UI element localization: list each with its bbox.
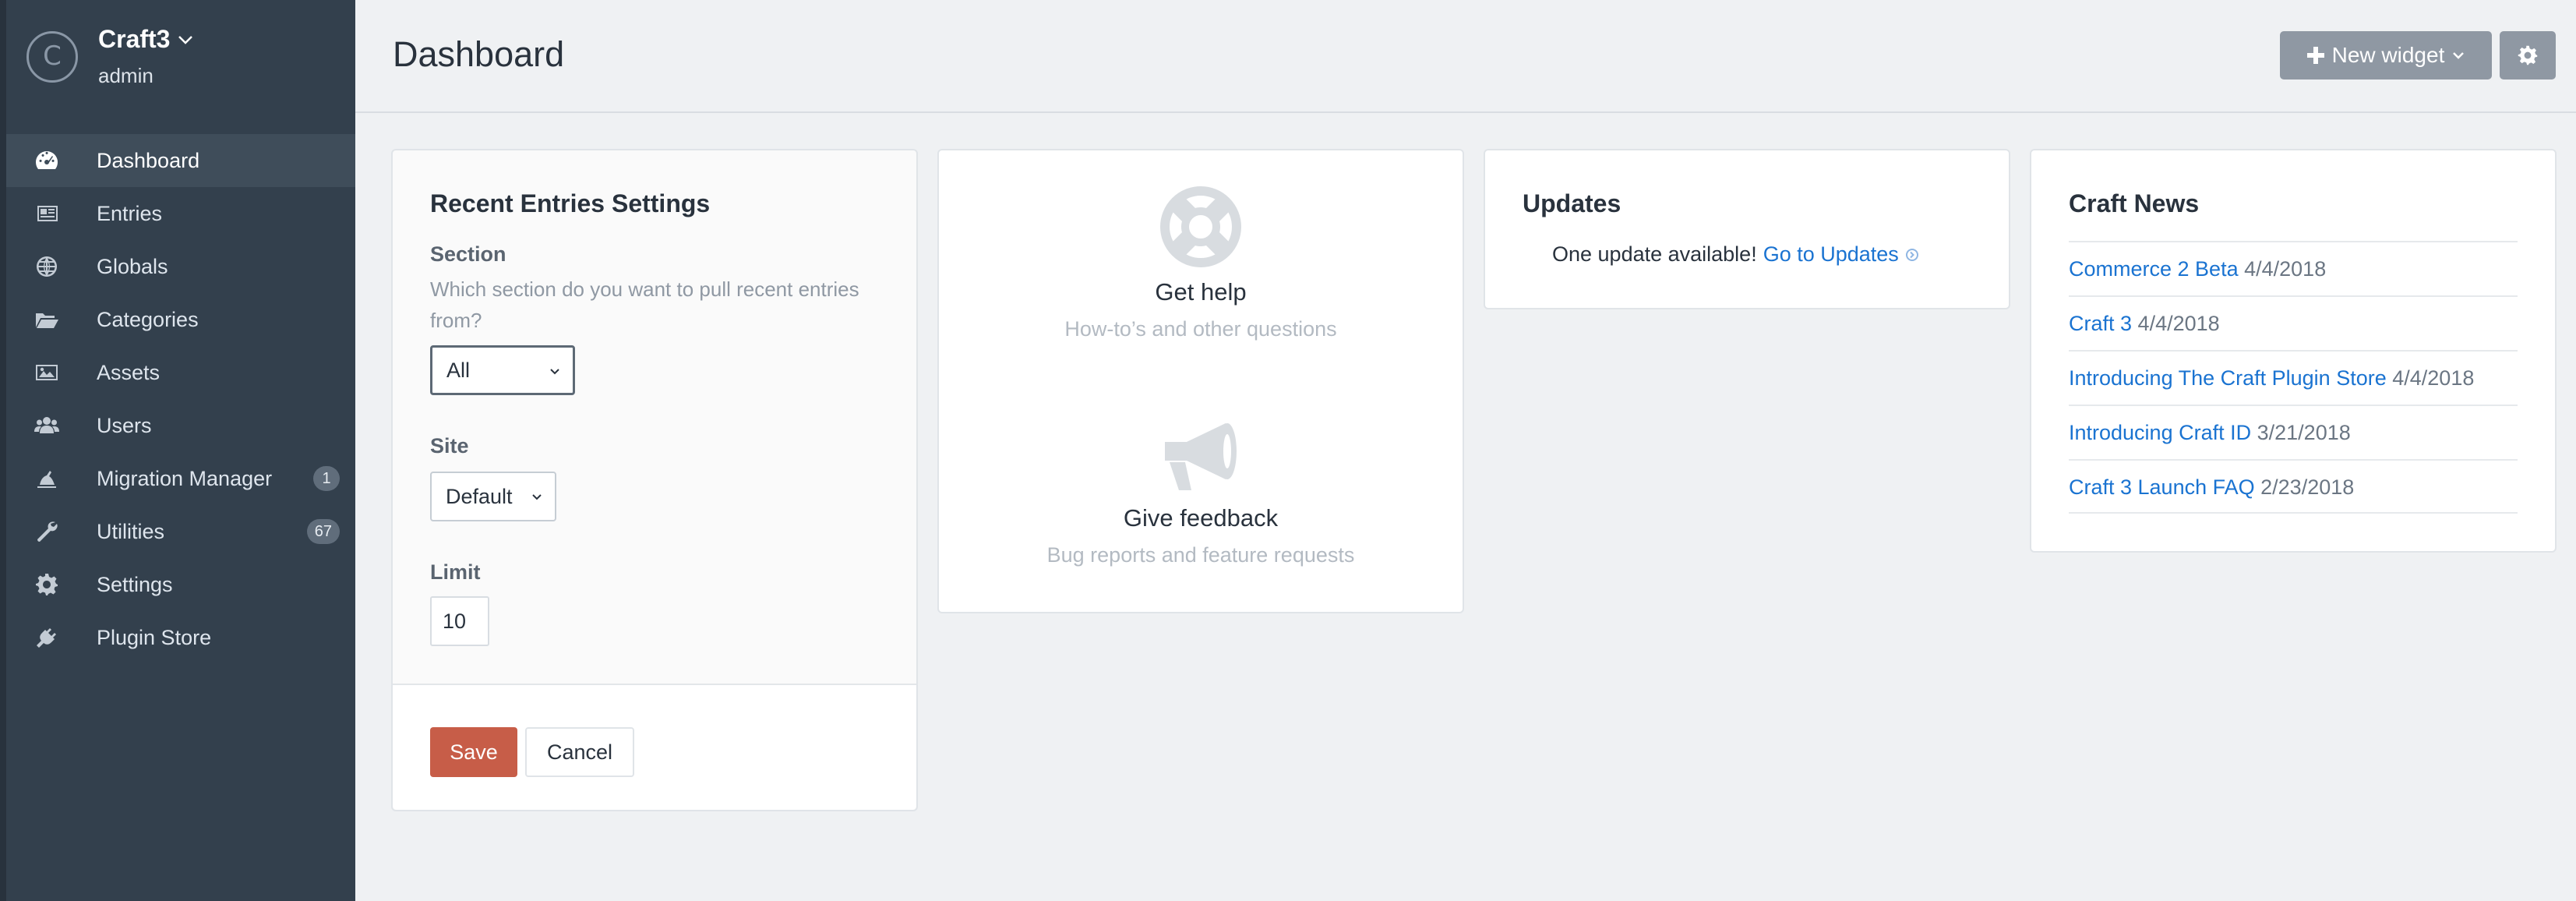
widget-title: Recent Entries Settings — [430, 189, 711, 217]
new-widget-label: New widget — [2331, 43, 2445, 67]
news-list: Commerce 2 Beta 4/4/2018 Craft 3 4/4/201… — [2069, 241, 2518, 514]
chevron-down-icon — [2453, 52, 2465, 59]
sidebar-item-label: Migration Manager — [97, 466, 273, 490]
news-link[interactable]: Craft 3 — [2069, 312, 2132, 335]
section-select-value: All — [446, 358, 471, 382]
section-label: Section — [430, 242, 506, 266]
save-button[interactable]: Save — [430, 727, 517, 777]
news-date: 3/21/2018 — [2257, 421, 2351, 444]
new-widget-button[interactable]: New widget — [2280, 31, 2492, 80]
news-item: Introducing The Craft Plugin Store 4/4/2… — [2069, 350, 2518, 405]
get-help-subtitle: How-to’s and other questions — [1064, 317, 1337, 341]
plug-icon — [31, 622, 62, 653]
sidebar-item-label: Assets — [97, 360, 161, 384]
go-to-updates-link[interactable]: Go to Updates — [1763, 242, 1899, 267]
sidebar-item-label: Entries — [97, 201, 163, 225]
sidebar-item-label: Utilities — [97, 519, 165, 543]
cancel-button[interactable]: Cancel — [525, 727, 634, 777]
sidebar-item-categories[interactable]: Categories — [6, 293, 355, 346]
sidebar-item-users[interactable]: Users — [6, 399, 355, 452]
widget-title: Updates — [1523, 189, 1621, 217]
news-date: 4/4/2018 — [2392, 366, 2475, 390]
updates-text: One update available! — [1552, 242, 1757, 266]
news-link[interactable]: Commerce 2 Beta — [2069, 257, 2239, 281]
section-select[interactable]: All — [430, 345, 575, 395]
circle-arrow-icon — [1905, 248, 1918, 261]
news-date: 2/23/2018 — [2260, 475, 2355, 499]
sidebar-item-label: Settings — [97, 572, 173, 596]
news-item: Commerce 2 Beta 4/4/2018 — [2069, 241, 2518, 295]
chevron-down-icon — [178, 35, 193, 44]
updates-message: One update available! Go to Updates — [1552, 242, 1919, 267]
site-switcher[interactable]: Craft3 — [98, 25, 193, 54]
page-header: Dashboard New widget — [355, 0, 2576, 113]
wrench-icon — [31, 516, 62, 547]
newspaper-icon — [31, 198, 62, 229]
migration-icon — [31, 463, 62, 494]
life-ring-icon — [1160, 186, 1241, 267]
sidebar-item-label: Plugin Store — [97, 625, 212, 649]
folder-open-icon — [31, 304, 62, 335]
sidebar-item-entries[interactable]: Entries — [6, 187, 355, 240]
site-header: C Craft3 admin — [20, 22, 348, 92]
feedback-widget: Get help How-to’s and other questions Gi… — [937, 149, 1464, 613]
limit-input[interactable]: 10 — [430, 596, 489, 646]
recent-entries-settings-widget: Recent Entries Settings Section Which se… — [391, 149, 918, 811]
sidebar-item-globals[interactable]: Globals — [6, 240, 355, 293]
chevron-down-icon — [550, 369, 559, 375]
main-nav: Dashboard Entries Globals Categories Ass… — [6, 134, 355, 664]
nav-badge: 1 — [313, 466, 340, 491]
user-name[interactable]: admin — [98, 64, 154, 88]
sidebar-item-label: Categories — [97, 307, 199, 331]
gear-icon — [2518, 45, 2538, 65]
news-item: Introducing Craft ID 3/21/2018 — [2069, 405, 2518, 459]
sidebar-item-dashboard[interactable]: Dashboard — [6, 134, 355, 187]
news-date: 4/4/2018 — [2244, 257, 2327, 281]
updates-widget: Updates One update available! Go to Upda… — [1484, 149, 2010, 309]
craft-news-widget: Craft News Commerce 2 Beta 4/4/2018 Craf… — [2030, 149, 2557, 553]
chevron-down-icon — [532, 494, 542, 500]
widget-title: Craft News — [2069, 189, 2200, 217]
news-link[interactable]: Introducing Craft ID — [2069, 421, 2251, 444]
dashboard-settings-button[interactable] — [2500, 31, 2556, 80]
sidebar-item-label: Users — [97, 413, 152, 437]
bullhorn-icon — [1165, 423, 1237, 490]
get-help-title: Get help — [1155, 278, 1247, 306]
page-title: Dashboard — [393, 34, 565, 74]
plus-icon — [2306, 47, 2324, 64]
site-logo[interactable]: C — [26, 31, 78, 83]
sidebar-item-label: Dashboard — [97, 148, 200, 172]
news-item: Craft 3 Launch FAQ 2/23/2018 — [2069, 459, 2518, 514]
site-label: Site — [430, 434, 469, 458]
globe-icon — [31, 251, 62, 282]
sidebar: C Craft3 admin Dashboard Entries Globals — [0, 0, 355, 901]
gauge-icon — [31, 145, 62, 176]
sidebar-item-assets[interactable]: Assets — [6, 346, 355, 399]
get-help-link[interactable]: Get help How-to’s and other questions — [939, 186, 1463, 341]
news-item: Craft 3 4/4/2018 — [2069, 295, 2518, 350]
image-icon — [31, 357, 62, 388]
give-feedback-subtitle: Bug reports and feature requests — [1046, 543, 1355, 567]
sidebar-item-label: Globals — [97, 254, 168, 278]
site-name: Craft3 — [98, 25, 171, 53]
sidebar-item-utilities[interactable]: Utilities 67 — [6, 505, 355, 558]
users-icon — [31, 410, 62, 441]
site-select-value: Default — [446, 484, 513, 508]
news-date: 4/4/2018 — [2137, 312, 2220, 335]
nav-badge: 67 — [306, 519, 340, 544]
give-feedback-link[interactable]: Give feedback Bug reports and feature re… — [939, 419, 1463, 567]
site-select[interactable]: Default — [430, 472, 556, 521]
gear-icon — [31, 569, 62, 600]
sidebar-item-plugin-store[interactable]: Plugin Store — [6, 611, 355, 664]
sidebar-item-settings[interactable]: Settings — [6, 558, 355, 611]
section-instructions: Which section do you want to pull recent… — [430, 277, 859, 332]
sidebar-item-migration-manager[interactable]: Migration Manager 1 — [6, 452, 355, 505]
news-link[interactable]: Craft 3 Launch FAQ — [2069, 475, 2255, 499]
news-link[interactable]: Introducing The Craft Plugin Store — [2069, 366, 2387, 390]
limit-label: Limit — [430, 560, 481, 584]
give-feedback-title: Give feedback — [1123, 504, 1279, 532]
